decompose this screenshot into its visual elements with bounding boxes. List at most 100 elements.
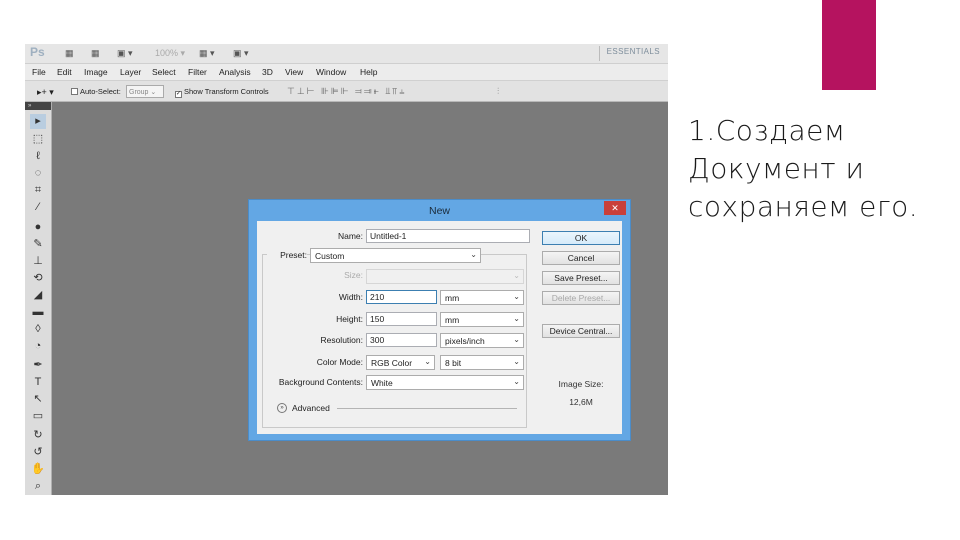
clone-stamp-tool-icon[interactable]: ⊥ — [30, 254, 46, 269]
auto-select-value: Group — [129, 89, 149, 96]
save-preset-button[interactable]: Save Preset... — [542, 271, 620, 285]
auto-align-icon[interactable]: ⫶ — [497, 86, 501, 97]
blur-tool-icon[interactable]: ◊ — [30, 322, 46, 337]
history-brush-tool-icon[interactable]: ⟲ — [30, 271, 46, 286]
width-field[interactable]: 210 — [366, 290, 437, 304]
menu-image[interactable]: Image — [84, 67, 108, 77]
zoom-level[interactable]: 100% ▾ — [155, 48, 185, 59]
cancel-button[interactable]: Cancel — [542, 251, 620, 265]
width-unit-dropdown[interactable]: mm ⌄ — [440, 290, 524, 305]
background-value: White — [371, 378, 393, 388]
view-extras-icon[interactable]: ▣ ▾ — [117, 48, 133, 59]
menu-select[interactable]: Select — [152, 67, 176, 77]
height-label: Height: — [336, 314, 363, 324]
dialog-title: New — [428, 205, 450, 217]
chevron-down-icon: ⌄ — [513, 357, 520, 366]
dialog-body: Name: Untitled-1 Preset: Custom ⌄ Size: ⌄… — [257, 221, 622, 434]
expand-advanced-icon[interactable]: » — [277, 403, 287, 413]
path-select-tool-icon[interactable]: ↖ — [30, 392, 46, 407]
mini-bridge-icon[interactable]: ▦ — [91, 48, 100, 59]
menu-help[interactable]: Help — [360, 67, 377, 77]
photoshop-window: Ps ▦ ▦ ▣ ▾ 100% ▾ ▦ ▾ ▣ ▾ ESSENTIALS Fil… — [25, 44, 668, 495]
spot-healing-tool-icon[interactable]: ● — [30, 220, 46, 235]
menu-3d[interactable]: 3D — [262, 67, 273, 77]
chevron-down-icon: ⌄ — [513, 377, 520, 386]
close-icon[interactable]: ✕ — [604, 201, 626, 215]
chevron-down-icon: ⌄ — [424, 357, 431, 366]
width-unit: mm — [445, 293, 460, 303]
dodge-tool-icon[interactable]: ◔ — [30, 339, 46, 354]
resolution-label: Resolution: — [320, 335, 363, 345]
preset-dropdown[interactable]: Custom ⌄ — [310, 248, 481, 263]
menu-edit[interactable]: Edit — [57, 67, 72, 77]
shape-tool-icon[interactable]: ▭ — [30, 409, 46, 424]
menu-filter[interactable]: Filter — [188, 67, 207, 77]
checkmark-icon: ✓ — [175, 91, 182, 98]
screen-mode-icon[interactable]: ▣ ▾ — [233, 48, 249, 59]
name-label: Name: — [337, 231, 363, 241]
resolution-unit: pixels/inch — [445, 336, 485, 346]
panel-collapse-icon[interactable]: » — [25, 102, 51, 110]
ps-logo: Ps — [30, 45, 45, 59]
device-central-button[interactable]: Device Central... — [542, 324, 620, 338]
checkbox-icon — [71, 88, 78, 95]
advanced-label[interactable]: Advanced — [292, 403, 330, 413]
menu-file[interactable]: File — [32, 67, 46, 77]
move-tool-icon[interactable]: ▸ — [30, 114, 46, 129]
workspace-switcher[interactable]: ESSENTIALS — [607, 47, 660, 56]
marquee-tool-icon[interactable]: ⬚ — [30, 132, 46, 147]
width-label: Width: — [338, 292, 363, 302]
color-mode-dropdown[interactable]: RGB Color ⌄ — [366, 355, 435, 370]
background-dropdown[interactable]: White ⌄ — [366, 375, 524, 390]
height-field[interactable]: 150 — [366, 312, 437, 326]
chevron-down-icon: ⌄ — [470, 250, 477, 259]
preset-value: Custom — [315, 251, 345, 261]
brush-tool-icon[interactable]: ✎ — [30, 237, 46, 252]
menu-analysis[interactable]: Analysis — [219, 67, 251, 77]
preset-label: Preset: — [267, 250, 307, 260]
pen-tool-icon[interactable]: ✒ — [30, 358, 46, 373]
resolution-unit-dropdown[interactable]: pixels/inch ⌄ — [440, 333, 524, 348]
eyedropper-tool-icon[interactable]: ⁄ — [30, 200, 46, 215]
delete-preset-button: Delete Preset... — [542, 291, 620, 305]
chevron-down-icon: ⌄ — [513, 314, 520, 323]
bit-depth-value: 8 bit — [445, 358, 462, 368]
auto-select-checkbox[interactable]: Auto-Select: — [71, 87, 121, 96]
zoom-value: 100% — [155, 48, 179, 58]
tools-panel: » ▸ ⬚ ℓ ◌ ⌗ ⁄ ● ✎ ⊥ ⟲ ◢ ▬ ◊ ◔ ✒ T ↖ ▭ ↻ … — [25, 102, 52, 495]
type-tool-icon[interactable]: T — [30, 375, 46, 390]
zoom-tool-icon[interactable]: ⌕ — [30, 479, 46, 494]
show-transform-label: Show Transform Controls — [184, 87, 269, 96]
hand-tool-icon[interactable]: ✋ — [30, 462, 46, 477]
image-size-value: 12,6M — [569, 397, 593, 407]
menu-bar: File Edit Image Layer Select Filter Anal… — [25, 64, 668, 80]
height-unit: mm — [445, 315, 460, 325]
arrange-documents-icon[interactable]: ▦ ▾ — [199, 48, 215, 59]
separator — [599, 46, 600, 61]
quick-select-tool-icon[interactable]: ◌ — [30, 166, 46, 181]
size-dropdown: ⌄ — [366, 269, 524, 284]
bit-depth-dropdown[interactable]: 8 bit ⌄ — [440, 355, 524, 370]
gradient-tool-icon[interactable]: ▬ — [30, 305, 46, 320]
menu-layer[interactable]: Layer — [120, 67, 141, 77]
auto-select-dropdown[interactable]: Group ⌄ — [126, 85, 164, 98]
slide: 1.Создаем Документ и сохраняем его. Ps ▦… — [0, 0, 960, 540]
3d-rotate-tool-icon[interactable]: ↻ — [30, 428, 46, 443]
bridge-icon[interactable]: ▦ — [65, 48, 74, 59]
show-transform-checkbox[interactable]: ✓ Show Transform Controls — [175, 87, 269, 98]
eraser-tool-icon[interactable]: ◢ — [30, 288, 46, 303]
crop-tool-icon[interactable]: ⌗ — [30, 183, 46, 198]
move-tool-preset-icon[interactable]: ▸+ ▾ — [37, 87, 54, 98]
ok-button[interactable]: OK — [542, 231, 620, 245]
size-label: Size: — [344, 270, 363, 280]
name-field[interactable]: Untitled-1 — [366, 229, 530, 243]
align-icons[interactable]: ⊤⊥⊢ ⊪⊫⊩ ⫤⫥⫦ ⫫⫪⫨ — [287, 86, 406, 97]
advanced-divider — [337, 408, 517, 409]
color-mode-label: Color Mode: — [316, 357, 363, 367]
menu-view[interactable]: View — [285, 67, 303, 77]
height-unit-dropdown[interactable]: mm ⌄ — [440, 312, 524, 327]
3d-orbit-tool-icon[interactable]: ↺ — [30, 445, 46, 460]
resolution-field[interactable]: 300 — [366, 333, 437, 347]
lasso-tool-icon[interactable]: ℓ — [30, 149, 46, 164]
menu-window[interactable]: Window — [316, 67, 346, 77]
